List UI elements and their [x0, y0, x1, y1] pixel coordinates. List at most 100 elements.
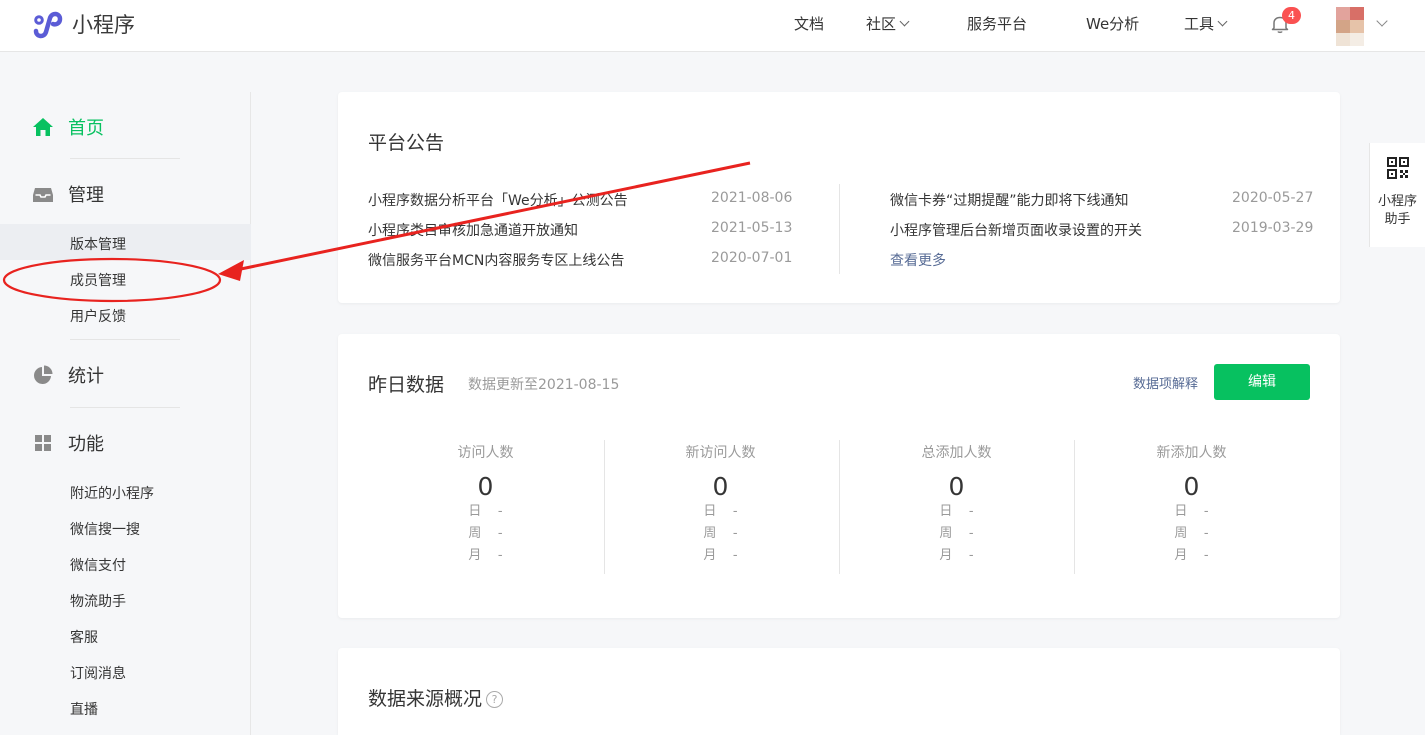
stat-day: 日 - — [368, 501, 603, 523]
stat-total-added: 总添加人数 0 日 - 周 - 月 - — [839, 442, 1074, 567]
assistant-label-1: 小程序 — [1377, 194, 1417, 209]
sidebar-item-member-management[interactable]: 成员管理 — [70, 270, 126, 290]
announcement-date: 2020-05-27 — [1232, 190, 1314, 206]
announcement-item[interactable]: 小程序数据分析平台「We分析」公测公告 — [368, 190, 628, 210]
sidebar-item-features-label: 功能 — [68, 434, 104, 455]
stat-week-value: - — [497, 526, 503, 541]
stat-month-value: - — [732, 548, 738, 563]
stat-month: 月 - — [603, 545, 838, 567]
divider — [70, 407, 180, 408]
stat-value: 0 — [712, 472, 729, 501]
miniprogram-assistant[interactable]: 小程序 助手 — [1369, 143, 1425, 247]
announcement-item[interactable]: 小程序管理后台新增页面收录设置的开关 — [890, 220, 1142, 240]
qr-code-icon — [1386, 157, 1409, 179]
edit-button[interactable]: 编辑 — [1214, 364, 1310, 400]
stat-day-value: - — [1203, 504, 1209, 519]
stat-day-label: 日 — [1174, 504, 1188, 519]
sidebar-item-wechat-pay[interactable]: 微信支付 — [70, 555, 126, 575]
sidebar-item-stats[interactable]: 统计 — [32, 362, 104, 388]
home-icon — [33, 118, 53, 136]
data-source-title-text: 数据来源概况 — [368, 688, 483, 710]
nav-tools-label: 工具 — [1184, 15, 1215, 33]
announcement-item[interactable]: 微信服务平台MCN内容服务专区上线公告 — [368, 250, 624, 270]
stat-label: 总添加人数 — [921, 445, 992, 461]
stat-value: 0 — [1183, 472, 1200, 501]
announcement-date: 2020-07-01 — [711, 250, 793, 266]
stat-month: 月 - — [839, 545, 1074, 567]
sidebar-item-live[interactable]: 直播 — [70, 699, 98, 719]
nav-docs-label: 文档 — [794, 15, 825, 33]
stat-week-value: - — [732, 526, 738, 541]
data-updated-text: 数据更新至2021-08-15 — [468, 377, 620, 393]
nav-service-platform-label: 服务平台 — [967, 15, 1028, 33]
stat-month-value: - — [1203, 548, 1209, 563]
inbox-icon — [33, 188, 53, 202]
stat-month: 月 - — [368, 545, 603, 567]
stat-day-value: - — [497, 504, 503, 519]
stat-visitors: 访问人数 0 日 - 周 - 月 - — [368, 442, 603, 567]
stat-month-value: - — [497, 548, 503, 563]
stat-week: 周 - — [839, 523, 1074, 545]
nav-we-analytics-label: We分析 — [1086, 15, 1140, 33]
stat-month-label: 月 — [1174, 548, 1188, 563]
top-navigation-bar: 小程序 文档 社区 服务平台 We分析 工具 4 — [0, 0, 1425, 52]
help-icon[interactable]: ? — [486, 691, 504, 708]
announcement-card: 平台公告 小程序数据分析平台「We分析」公测公告 2021-08-06 小程序类… — [338, 92, 1340, 303]
announcement-item[interactable]: 小程序类目审核加急通道开放通知 — [368, 220, 578, 240]
announcement-date: 2019-03-29 — [1232, 220, 1314, 236]
stat-new-visitors: 新访问人数 0 日 - 周 - 月 - — [603, 442, 838, 567]
stat-day: 日 - — [1074, 501, 1309, 523]
nav-tools[interactable]: 工具 — [1184, 13, 1228, 34]
stat-month-value: - — [968, 548, 974, 563]
stat-month: 月 - — [1074, 545, 1309, 567]
sidebar-item-user-feedback[interactable]: 用户反馈 — [70, 306, 126, 326]
stat-day: 日 - — [603, 501, 838, 523]
chevron-down-icon — [1217, 16, 1228, 27]
sidebar-item-stats-label: 统计 — [68, 366, 104, 387]
sidebar-item-features[interactable]: 功能 — [32, 430, 104, 456]
nav-community[interactable]: 社区 — [866, 13, 910, 34]
sidebar-item-subscribe-message[interactable]: 订阅消息 — [70, 663, 126, 683]
nav-service-platform[interactable]: 服务平台 — [967, 13, 1027, 34]
nav-docs[interactable]: 文档 — [794, 13, 824, 34]
data-source-title: 数据来源概况? — [368, 684, 504, 711]
chevron-down-icon — [899, 16, 910, 27]
stat-value: 0 — [477, 472, 494, 501]
stat-month-label: 月 — [939, 548, 953, 563]
sidebar-item-home[interactable]: 首页 — [32, 114, 104, 140]
logo-text: 小程序 — [72, 13, 135, 37]
miniprogram-logo-icon — [33, 11, 63, 39]
announcement-item[interactable]: 微信卡券“过期提醒”能力即将下线通知 — [890, 190, 1129, 210]
divider — [70, 339, 180, 340]
view-more-link[interactable]: 查看更多 — [890, 250, 946, 270]
stat-label: 新添加人数 — [1156, 445, 1227, 461]
grid-icon — [35, 435, 51, 451]
nav-community-label: 社区 — [866, 15, 897, 33]
sidebar-item-logistics[interactable]: 物流助手 — [70, 591, 126, 611]
sidebar-item-customer-service[interactable]: 客服 — [70, 627, 98, 647]
stat-label: 新访问人数 — [685, 445, 756, 461]
stat-value: 0 — [948, 472, 965, 501]
avatar[interactable] — [1336, 7, 1364, 46]
data-source-card: 数据来源概况? — [338, 648, 1340, 735]
notification-badge: 4 — [1282, 7, 1301, 24]
logo[interactable]: 小程序 — [32, 9, 135, 39]
nav-we-analytics[interactable]: We分析 — [1086, 13, 1139, 34]
stat-day-label: 日 — [703, 504, 717, 519]
sidebar-item-nearby-miniprogram[interactable]: 附近的小程序 — [70, 483, 154, 503]
sidebar-item-wechat-search[interactable]: 微信搜一搜 — [70, 519, 140, 539]
stat-month-label: 月 — [703, 548, 717, 563]
data-explain-link[interactable]: 数据项解释 — [1133, 373, 1198, 392]
assistant-label-2: 助手 — [1384, 212, 1411, 227]
announcement-date: 2021-08-06 — [711, 190, 793, 206]
stat-new-added: 新添加人数 0 日 - 周 - 月 - — [1074, 442, 1309, 567]
stat-month-label: 月 — [468, 548, 482, 563]
yesterday-data-card: 昨日数据 数据更新至2021-08-15 数据项解释 编辑 访问人数 0 日 -… — [338, 334, 1340, 618]
stat-day-value: - — [732, 504, 738, 519]
chevron-down-icon[interactable] — [1376, 15, 1388, 27]
sidebar-item-version-management[interactable]: 版本管理 — [70, 234, 126, 254]
yesterday-data-title: 昨日数据 — [368, 374, 445, 396]
stat-week: 周 - — [1074, 523, 1309, 545]
sidebar-item-manage[interactable]: 管理 — [32, 181, 104, 207]
stat-day-value: - — [968, 504, 974, 519]
